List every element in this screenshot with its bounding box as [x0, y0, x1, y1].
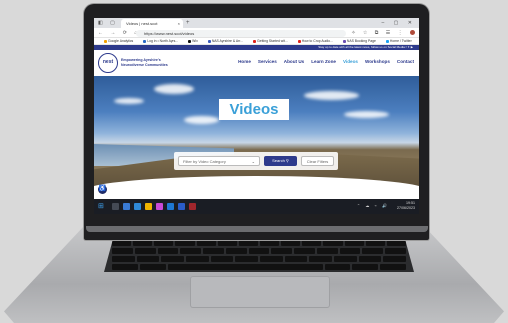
hero-banner: Videos Filter by Video Category ⌄ Search… — [94, 76, 419, 195]
clear-filters-button[interactable]: Clear Filters — [301, 156, 334, 166]
nav-item-services[interactable]: Services — [258, 59, 277, 64]
nav-item-videos[interactable]: Videos — [343, 59, 358, 64]
bookmark-item[interactable]: Log in • North Ayrs... — [138, 39, 178, 43]
navigation-buttons[interactable]: ← → ⟳ ⌂ — [98, 29, 140, 37]
start-menu-icon[interactable]: ⊞ — [98, 202, 104, 211]
page-title: Videos — [219, 99, 289, 120]
bookmark-label: Log in • North Ayrs... — [147, 39, 179, 43]
browser-toolbar-icons[interactable]: ✧ ☆ ⧉ ☰ ⋮ — [351, 29, 415, 37]
clock-date: 27/06/2023 — [397, 206, 415, 210]
bookmarks-bar: Google Analytics Log in • North Ayrs... Wi… — [94, 38, 419, 45]
bookmark-label: Getting Started wit... — [257, 39, 288, 43]
laptop-touchpad — [190, 276, 330, 308]
laptop-hinge — [86, 226, 428, 232]
toolbar-icons-text[interactable]: ✧ ☆ ⧉ ☰ ⋮ — [351, 30, 405, 36]
bookmark-favicon-icon — [188, 39, 192, 43]
bookmark-item[interactable]: NAS Booking Page — [338, 39, 376, 43]
bookmark-label: Google Analytics — [108, 39, 134, 43]
nav-item-learn-zone[interactable]: Learn Zone — [311, 59, 336, 64]
bookmark-item[interactable]: Home / Twitter — [381, 39, 412, 43]
video-category-select[interactable]: Filter by Video Category ⌄ — [178, 156, 260, 166]
nav-item-about-us[interactable]: About Us — [284, 59, 304, 64]
taskbar-apps — [112, 201, 196, 210]
bookmark-favicon-icon — [342, 39, 346, 43]
taskbar-app-icon[interactable] — [156, 203, 163, 210]
cloud — [184, 116, 219, 124]
taskbar-app-icon[interactable] — [189, 203, 196, 210]
taskbar-app-icon[interactable] — [145, 203, 152, 210]
video-filter-panel: Filter by Video Category ⌄ Search ⚲ Clea… — [174, 152, 338, 170]
taskbar-app-icon[interactable] — [167, 203, 174, 210]
laptop-screen: ◧ ▢ Videos | nest.scot × + – ▢ ✕ ← → ⟳ ⌂… — [94, 18, 419, 214]
cloud — [154, 84, 194, 94]
hero-wave-divider — [94, 176, 419, 195]
bookmark-label: NAS Ayrshire & Arr... — [211, 39, 244, 43]
laptop-keyboard — [104, 238, 414, 272]
new-tab-button[interactable]: + — [186, 19, 190, 27]
laptop-mockup: ◧ ▢ Videos | nest.scot × + – ▢ ✕ ← → ⟳ ⌂… — [0, 0, 508, 323]
bookmark-label: How to Crop Audio... — [301, 39, 333, 43]
taskbar-app-icon[interactable] — [178, 203, 185, 210]
close-tab-icon[interactable]: × — [178, 19, 180, 28]
accessibility-icon[interactable]: ♿ — [98, 185, 107, 194]
bookmark-item[interactable]: Google Analytics — [99, 39, 133, 43]
nav-item-home[interactable]: Home — [238, 59, 251, 64]
bookmark-label: Home / Twitter — [389, 39, 412, 43]
nav-item-workshops[interactable]: Workshops — [365, 59, 390, 64]
windows-taskbar: ⊞ ⌃ ☁ ⌁ 🔊 19:51 27/06/2023 — [94, 199, 419, 214]
cloud — [304, 91, 359, 100]
browser-tab-bar: ◧ ▢ Videos | nest.scot × + – ▢ ✕ — [94, 18, 419, 28]
nav-item-contact[interactable]: Contact — [397, 59, 414, 64]
taskbar-app-icon[interactable] — [123, 203, 130, 210]
bookmark-item[interactable]: Facebook — [417, 39, 419, 43]
clock[interactable]: 19:51 27/06/2023 — [397, 201, 415, 211]
browser-tab[interactable]: Videos | nest.scot × — [121, 19, 183, 28]
system-tray-icons[interactable]: ⌃ ☁ ⌁ 🔊 — [357, 203, 389, 208]
bookmark-item[interactable]: NAS Ayrshire & Arr... — [203, 39, 243, 43]
tab-title: Videos | nest.scot — [126, 21, 158, 26]
bookmark-favicon-icon — [385, 39, 389, 43]
bookmark-favicon-icon — [143, 39, 147, 43]
taskbar-app-icon[interactable] — [112, 203, 119, 210]
browser-address-bar: ← → ⟳ ⌂ https://www.nest.scot/videos ✧ ☆… — [94, 28, 419, 38]
site-tagline: Empowering Ayrshire's Neurodiverse Commu… — [121, 58, 168, 67]
search-button[interactable]: Search ⚲ — [264, 156, 297, 166]
bookmark-item[interactable]: How to Crop Audio... — [293, 39, 333, 43]
url-input[interactable]: https://www.nest.scot/videos — [136, 29, 346, 37]
cloud — [344, 111, 389, 118]
bookmark-item[interactable]: Wix — [183, 39, 198, 43]
cloud — [114, 98, 144, 104]
bookmark-favicon-icon — [297, 39, 301, 43]
bookmark-label: Wix — [192, 39, 198, 43]
bookmark-favicon-icon — [207, 39, 211, 43]
profile-avatar[interactable] — [410, 30, 415, 36]
window-controls[interactable]: – ▢ ✕ — [382, 18, 416, 28]
bookmark-favicon-icon — [104, 39, 107, 43]
site-header: nest Empowering Ayrshire's Neurodiverse … — [94, 50, 419, 76]
taskbar-app-icon[interactable] — [134, 203, 141, 210]
bookmark-item[interactable]: Getting Started wit... — [248, 39, 288, 43]
select-placeholder: Filter by Video Category — [183, 159, 226, 164]
nest-logo[interactable]: nest — [98, 53, 118, 73]
main-nav: Home Services About Us Learn Zone Videos Work… — [238, 59, 414, 64]
bookmark-favicon-icon — [253, 39, 257, 43]
chevron-down-icon: ⌄ — [251, 159, 255, 164]
tab-actions-icon[interactable]: ◧ ▢ — [98, 20, 118, 26]
bookmark-label: NAS Booking Page — [346, 39, 376, 43]
